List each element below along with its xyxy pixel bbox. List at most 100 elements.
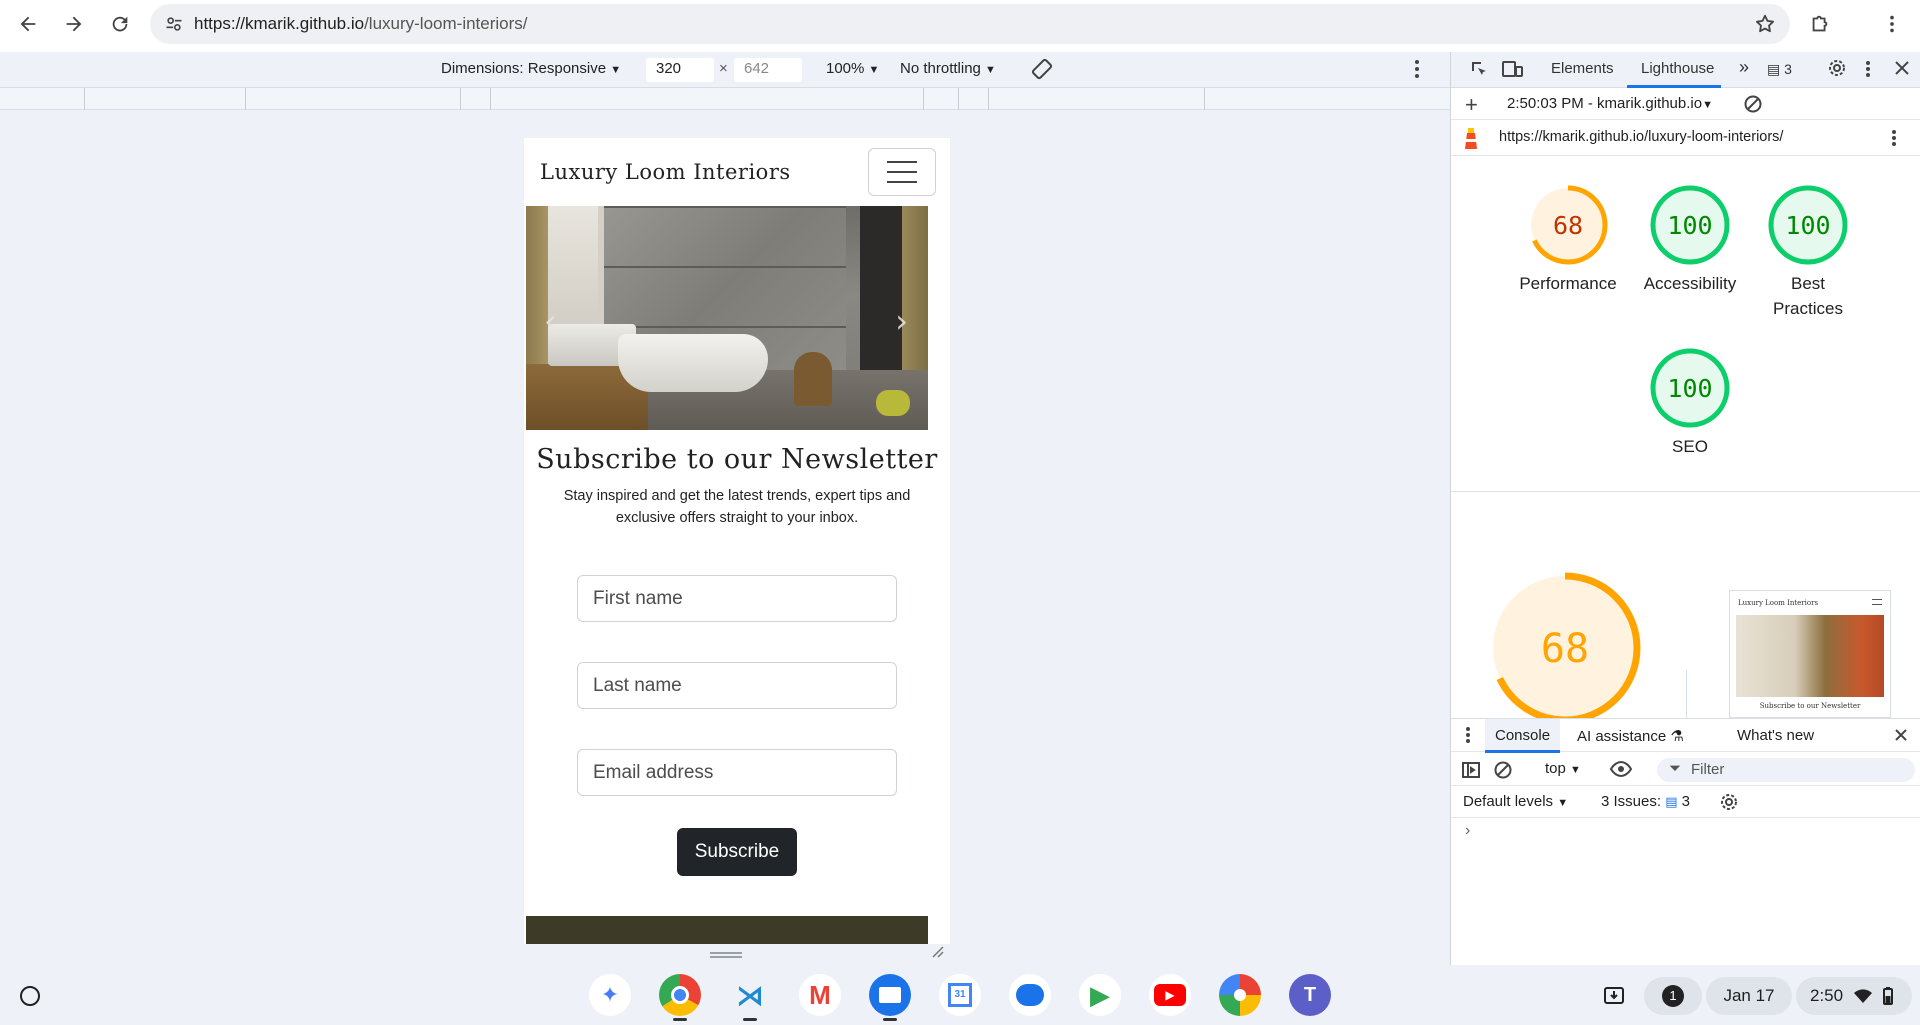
eye-icon <box>1609 760 1633 778</box>
issues-counter[interactable]: ▤ 3 <box>1767 61 1792 78</box>
rotate-button[interactable] <box>1030 57 1054 85</box>
clear-console-button[interactable] <box>1493 760 1513 784</box>
devtools-menu-button[interactable] <box>1865 59 1871 83</box>
carousel-next-button[interactable]: › <box>895 302 908 340</box>
drawer-tab-ai-assistance[interactable]: AI assistance ⚗ <box>1577 727 1684 745</box>
width-input[interactable]: 320 <box>646 58 714 82</box>
divider <box>1686 670 1687 718</box>
filter-input[interactable]: ⏷ Filter <box>1657 758 1915 782</box>
inspect-element-button[interactable] <box>1469 59 1489 83</box>
thumbnail-logo: Luxury Loom Interiors <box>1738 599 1819 607</box>
last-name-input[interactable]: Last name <box>577 662 897 709</box>
device-toolbar-toggle[interactable] <box>1501 59 1523 83</box>
gauge-performance[interactable]: 68 Performance <box>1511 184 1625 296</box>
date-tray[interactable]: Jan 17 <box>1706 977 1792 1015</box>
tab-lighthouse[interactable]: Lighthouse <box>1641 60 1714 77</box>
sidebar-toggle-button[interactable] <box>1461 760 1481 784</box>
media-query-ruler[interactable] <box>0 88 1450 110</box>
email-input[interactable]: Email address <box>577 749 897 796</box>
zoom-label: 100% <box>826 60 865 77</box>
height-input[interactable]: 642 <box>734 58 802 82</box>
files-app-icon[interactable] <box>869 974 911 1016</box>
chevron-down-icon: ▼ <box>1557 797 1569 809</box>
teams-app-icon[interactable]: T <box>1289 974 1331 1016</box>
gauge-label: SEO <box>1672 437 1708 456</box>
vscode-app-icon[interactable]: ⋊ <box>729 974 771 1016</box>
big-gauge-score: 68 <box>1541 626 1589 672</box>
gauge-label: Accessibility <box>1643 274 1737 293</box>
carousel-prev-button[interactable]: ‹ <box>544 302 557 340</box>
gear-icon <box>1829 60 1845 76</box>
performance-big-gauge: 68 <box>1489 572 1641 718</box>
launcher-button[interactable] <box>20 986 40 1006</box>
gmail-app-icon[interactable]: M <box>799 974 841 1016</box>
browser-menu-button[interactable] <box>1872 4 1912 44</box>
corner-resize-handle[interactable] <box>930 944 944 958</box>
bookmark-star-icon[interactable] <box>1754 13 1776 40</box>
youtube-app-icon[interactable]: ▶ <box>1149 974 1191 1016</box>
messages-app-icon[interactable] <box>1009 974 1051 1016</box>
status-tray[interactable]: 2:50 <box>1796 977 1912 1015</box>
extensions-button[interactable] <box>1800 4 1840 44</box>
calendar-app-icon[interactable]: 31 <box>939 974 981 1016</box>
devtools-settings-button[interactable] <box>1827 58 1847 82</box>
issues-icon: ▤ <box>1665 794 1678 809</box>
device-toolbar-menu-button[interactable] <box>1414 58 1420 84</box>
gauge-seo[interactable]: 100 SEO <box>1633 347 1747 459</box>
log-levels-dropdown[interactable]: Default levels ▼ <box>1463 793 1568 810</box>
drawer-close-button[interactable] <box>1893 727 1909 747</box>
image-pillow <box>876 390 910 416</box>
dimensions-dropdown[interactable]: Dimensions: Responsive ▼ <box>441 60 621 77</box>
throttling-dropdown[interactable]: No throttling ▼ <box>900 60 996 77</box>
clear-reports-button[interactable] <box>1743 94 1763 118</box>
gauge-accessibility[interactable]: 100 Accessibility <box>1633 184 1747 296</box>
reload-button[interactable] <box>100 4 140 44</box>
drawer-tab-console[interactable]: Console <box>1485 719 1561 753</box>
newsletter-title: Subscribe to our Newsletter <box>536 444 938 475</box>
report-menu-button[interactable] <box>1891 128 1897 152</box>
newsletter-text: Stay inspired and get the latest trends,… <box>563 488 911 526</box>
log-levels-label: Default levels <box>1463 793 1554 810</box>
photos-app-icon[interactable] <box>1219 974 1261 1016</box>
rotate-icon <box>1031 58 1053 80</box>
running-indicator <box>743 1018 757 1021</box>
report-url[interactable]: https://kmarik.github.io/luxury-loom-int… <box>1499 129 1783 145</box>
context-selector[interactable]: top ▼ <box>1545 760 1581 777</box>
live-expression-button[interactable] <box>1609 759 1633 783</box>
chrome-app-icon[interactable] <box>659 974 701 1016</box>
more-tabs-button[interactable]: » <box>1739 57 1749 78</box>
site-logo[interactable]: Luxury Loom Interiors <box>540 160 791 184</box>
gauge-best-practices[interactable]: 100 Best Practices <box>1755 184 1861 321</box>
divider <box>1451 491 1920 492</box>
new-report-button[interactable]: + <box>1465 92 1478 118</box>
nav-toggle-button[interactable] <box>868 148 936 196</box>
report-selector[interactable]: 2:50:03 PM - kmarik.github.io▼ <box>1507 95 1713 112</box>
close-icon <box>1895 61 1909 75</box>
forward-button[interactable] <box>54 4 94 44</box>
notification-counter[interactable]: 1 <box>1644 977 1702 1015</box>
tab-elements[interactable]: Elements <box>1551 60 1614 77</box>
gauge-label: Best Practices <box>1773 274 1843 318</box>
drawer-tab-whats-new[interactable]: What's new <box>1737 727 1814 744</box>
lighthouse-logo-icon <box>1461 125 1481 155</box>
gemini-app-icon[interactable]: ✦ <box>589 974 631 1016</box>
console-settings-button[interactable] <box>1719 792 1739 816</box>
subscribe-button[interactable]: Subscribe <box>677 828 797 876</box>
puzzle-icon <box>1812 15 1828 32</box>
page-screenshot-thumbnail[interactable]: Luxury Loom Interiors Subscribe to our N… <box>1729 590 1891 718</box>
issues-icon: ▤ <box>1767 61 1781 77</box>
devtools-close-button[interactable] <box>1893 59 1911 81</box>
drawer-menu-button[interactable] <box>1465 725 1471 749</box>
console-prompt[interactable]: › <box>1465 822 1470 840</box>
dimensions-label: Dimensions: Responsive <box>441 60 607 77</box>
screen-capture-icon[interactable] <box>1593 974 1635 1016</box>
site-info-icon[interactable] <box>154 4 194 44</box>
zoom-dropdown[interactable]: 100% ▼ <box>826 60 879 77</box>
play-store-app-icon[interactable]: ▶ <box>1079 974 1121 1016</box>
reload-icon <box>112 16 128 32</box>
back-button[interactable] <box>8 4 48 44</box>
first-name-input[interactable]: First name <box>577 575 897 622</box>
address-bar[interactable]: https://kmarik.github.io/luxury-loom-int… <box>150 4 1790 44</box>
bottom-resize-handle[interactable] <box>710 952 742 958</box>
issues-link[interactable]: 3 Issues: ▤ 3 <box>1601 793 1690 810</box>
